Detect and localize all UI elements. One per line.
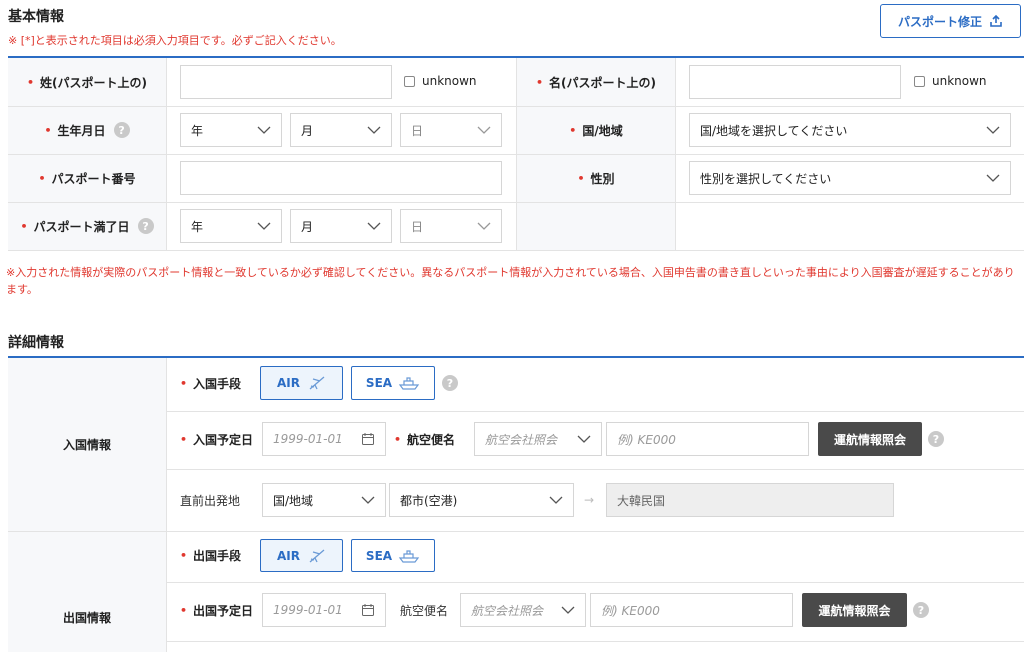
basic-info-title: 基本情報 [8,9,64,25]
expiry-year-select[interactable]: 年 [180,209,282,243]
exit-flight-lookup-button[interactable]: 運航情報照会 [802,593,907,627]
given-name-input[interactable] [689,65,901,99]
origin-city-select[interactable]: 都市(空港) [389,483,574,517]
given-name-label: • 名(パスポート上の) [535,75,656,90]
surname-label: • 姓(パスポート上の) [26,75,147,90]
entry-date-label: • 入国予定日 [180,432,254,447]
origin-country-select[interactable]: 国/地域 [262,483,386,517]
chevron-down-icon [257,222,271,230]
entry-airline-select[interactable]: 航空会社照会 [474,422,602,456]
exit-mode-label: • 出国手段 [180,548,242,563]
chevron-down-icon [477,222,491,230]
help-icon[interactable]: ? [928,431,944,447]
help-icon[interactable]: ? [913,602,929,618]
upload-icon [990,14,1002,27]
gender-select[interactable]: 性別を選択してください [689,161,1011,195]
help-icon[interactable]: ? [113,122,130,138]
passport-warning: ※入力された情報が実際のパスポート情報と一致しているか必ず確認してください。異な… [6,266,1015,296]
dob-year-select[interactable]: 年 [180,113,282,147]
entry-sea-button[interactable]: SEA [351,366,435,400]
surname-input[interactable] [180,65,392,99]
passport-number-label: • パスポート番号 [38,171,136,186]
dob-day-select[interactable]: 日 [400,113,502,147]
calendar-icon [362,604,374,616]
help-icon[interactable]: ? [442,375,458,391]
dob-label: • 生年月日? [8,106,166,154]
entry-flight-lookup-button[interactable]: 運航情報照会 [818,422,922,456]
chevron-down-icon [561,606,575,614]
entry-flight-label: • 航空便名 [394,432,456,447]
entry-flight-input[interactable]: 例) KE000 [606,422,809,456]
chevron-down-icon [986,174,1000,182]
exit-info-label: 出国情報 [62,610,111,625]
origin-label: 直前出発地 [180,493,241,508]
chevron-down-icon [549,496,563,504]
chevron-down-icon [477,126,491,134]
chevron-down-icon [367,126,381,134]
exit-date-input[interactable]: 1999-01-01 [262,593,386,627]
entry-mode-label: • 入国手段 [180,376,242,391]
passport-number-input[interactable] [180,161,502,195]
destination-field: 大韓民国 [606,483,894,517]
chevron-down-icon [986,126,1000,134]
entry-info-label: 入国情報 [62,438,111,452]
expiry-month-select[interactable]: 月 [290,209,392,243]
airplane-icon [309,376,325,390]
passport-edit-button[interactable]: パスポート修正 [880,4,1021,38]
ship-icon [398,549,420,563]
expiry-day-select[interactable]: 日 [400,209,502,243]
surname-unknown-checkbox[interactable]: unknown [404,72,477,90]
chevron-down-icon [257,126,271,134]
exit-air-button[interactable]: AIR [260,539,343,572]
exit-flight-input[interactable]: 例) KE000 [590,593,793,627]
dob-month-select[interactable]: 月 [290,113,392,147]
exit-sea-button[interactable]: SEA [351,539,435,572]
help-icon[interactable]: ? [137,218,154,234]
detail-info-title: 詳細情報 [8,335,64,351]
arrow-icon: → [584,493,595,507]
entry-air-button[interactable]: AIR [260,366,343,400]
given-unknown-checkbox[interactable]: unknown [914,72,987,90]
gender-label: • 性別 [577,171,615,186]
chevron-down-icon [577,435,591,443]
entry-date-input[interactable]: 1999-01-01 [262,422,386,456]
passport-edit-label: パスポート修正 [897,14,982,29]
calendar-icon [362,433,374,445]
exit-flight-label: 航空便名 [400,603,449,618]
required-note: ※ [*]と表示された項目は必須入力項目です。必ずご記入ください。 [8,34,342,47]
passport-expiry-label: • パスポート満了日? [8,202,166,250]
ship-icon [398,377,420,390]
country-select[interactable]: 国/地域を選択してください [689,113,1011,147]
chevron-down-icon [367,222,381,230]
chevron-down-icon [361,496,375,504]
airplane-icon [309,549,325,562]
exit-date-label: • 出国予定日 [180,603,254,618]
country-label: • 国/地域 [569,123,623,138]
exit-airline-select[interactable]: 航空会社照会 [460,593,586,627]
